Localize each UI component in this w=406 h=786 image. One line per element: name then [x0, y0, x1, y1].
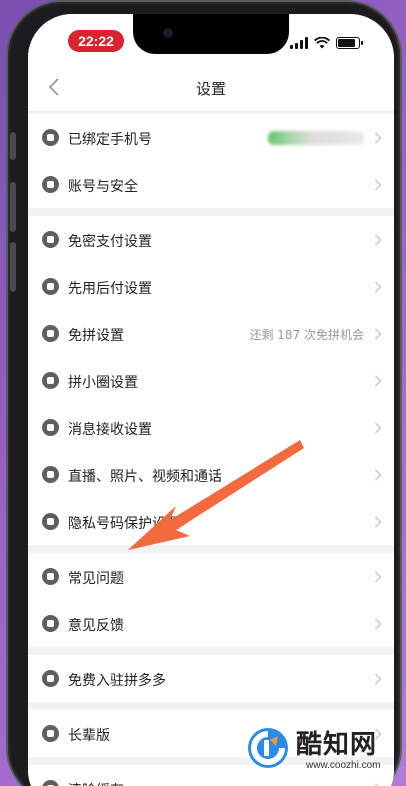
mute-switch [10, 132, 16, 160]
circle-icon [42, 372, 59, 389]
status-bar: 22:22 [28, 14, 394, 62]
volume-up-button [10, 182, 16, 232]
signal-icon [290, 37, 308, 49]
elder-icon [42, 725, 59, 742]
settings-row-label: 拼小圈设置 [68, 375, 138, 391]
chevron-right-icon [375, 469, 382, 481]
settings-row[interactable]: 已绑定手机号 [28, 114, 394, 161]
settings-row[interactable]: 隐私号码保护设置 [28, 498, 394, 545]
edit-icon [42, 615, 59, 632]
chevron-right-icon [375, 179, 382, 191]
status-time: 22:22 [68, 30, 124, 52]
settings-row-label: 账号与安全 [68, 179, 138, 195]
settings-row-label: 意见反馈 [68, 618, 124, 634]
settings-group: 免费入驻拼多多 [28, 655, 394, 702]
settings-row[interactable]: 免费入驻拼多多 [28, 655, 394, 702]
chevron-right-icon [375, 328, 382, 340]
watermark: 酷知网 www.coozhi.com [246, 722, 406, 782]
settings-row[interactable]: 意见反馈 [28, 600, 394, 647]
chevron-right-icon [375, 132, 382, 144]
settings-group: 常见问题 意见反馈 [28, 553, 394, 647]
nav-bar: 设置 [28, 62, 394, 112]
settings-row-label: 免密支付设置 [68, 234, 152, 250]
watermark-title: 酷知网 [296, 730, 378, 760]
clock-icon [42, 278, 59, 295]
settings-row-label: 消息接收设置 [68, 422, 152, 438]
settings-row-label: 免拼设置 [68, 328, 124, 344]
phone-frame: 22:22 设置 已绑定手机号 账号与安全 免密支付设置 先用后付设置 免拼设置… [8, 2, 400, 786]
settings-row-label: 隐私号码保护设置 [68, 516, 180, 532]
page-title: 设置 [195, 80, 226, 98]
settings-row[interactable]: 拼小圈设置 [28, 357, 394, 404]
settings-row[interactable]: 免密支付设置 [28, 216, 394, 263]
settings-row-label: 长辈版 [68, 728, 110, 744]
coozhi-logo-icon [248, 728, 288, 768]
settings-row-label: 已绑定手机号 [68, 132, 152, 148]
chevron-right-icon [375, 571, 382, 583]
key-icon [42, 231, 59, 248]
settings-row-label: 直播、照片、视频和通话 [68, 469, 222, 485]
watermark-url: www.coozhi.com [306, 760, 381, 771]
settings-row[interactable]: 常见问题 [28, 553, 394, 600]
group-icon [42, 325, 59, 342]
chevron-right-icon [375, 375, 382, 387]
wifi-icon [314, 37, 330, 49]
video-icon [42, 466, 59, 483]
question-icon [42, 568, 59, 585]
trash-icon [42, 780, 59, 786]
settings-row[interactable]: 先用后付设置 [28, 263, 394, 310]
battery-icon [336, 37, 363, 49]
chevron-right-icon [375, 281, 382, 293]
settings-row-value: 还剩 187 次免拼机会 [249, 328, 364, 342]
chevron-right-icon [375, 234, 382, 246]
notch [133, 14, 289, 54]
volume-down-button [10, 242, 16, 292]
chevron-right-icon [375, 673, 382, 685]
settings-group: 免密支付设置 先用后付设置 免拼设置 还剩 187 次免拼机会拼小圈设置消息接收设置直… [28, 216, 394, 545]
settings-row-label: 常见问题 [68, 571, 124, 587]
store-icon [42, 670, 59, 687]
chevron-right-icon [375, 516, 382, 528]
message-icon [42, 419, 59, 436]
phone-screen: 22:22 设置 已绑定手机号 账号与安全 免密支付设置 先用后付设置 免拼设置… [28, 14, 394, 786]
chevron-right-icon [375, 618, 382, 630]
settings-row-label: 清除缓存 [68, 780, 124, 786]
obscured-phone-number [268, 131, 364, 145]
privacy-icon [42, 513, 59, 530]
shield-icon [42, 176, 59, 193]
chevron-right-icon [375, 422, 382, 434]
settings-row[interactable]: 账号与安全 [28, 161, 394, 208]
settings-row[interactable]: 消息接收设置 [28, 404, 394, 451]
phone-icon [42, 129, 59, 146]
settings-group: 已绑定手机号 账号与安全 [28, 114, 394, 208]
settings-row-label: 先用后付设置 [68, 281, 152, 297]
camera-dot [163, 28, 173, 38]
settings-row-label: 免费入驻拼多多 [68, 673, 166, 689]
settings-row[interactable]: 免拼设置 还剩 187 次免拼机会 [28, 310, 394, 357]
settings-row[interactable]: 直播、照片、视频和通话 [28, 451, 394, 498]
